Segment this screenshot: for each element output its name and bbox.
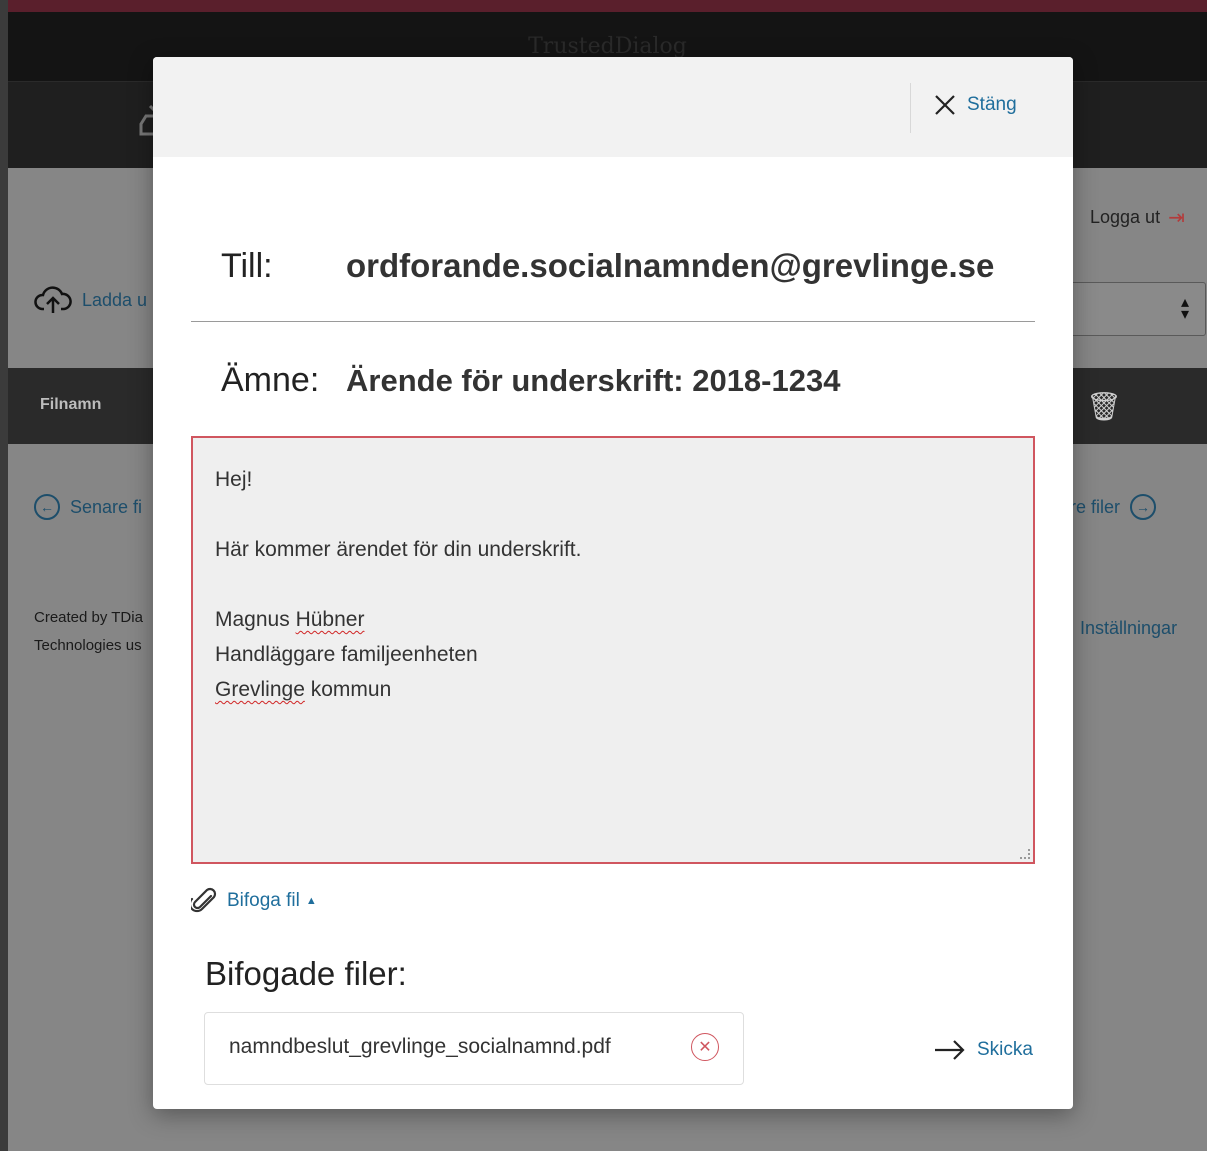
logout-icon: ⇥ [1168,207,1185,229]
arrow-left-icon: ← [34,494,60,520]
signature-first-name: Magnus [215,608,290,631]
footer-line: Technologies us [34,637,142,654]
top-accent-strip [0,0,1207,12]
caret-up-icon: ▲ [305,895,317,907]
message-textarea[interactable]: Hej! Här kommer ärendet för din underskr… [191,436,1035,864]
recipient-divider [191,321,1035,322]
compose-message-dialog: Stäng Till: ordforande.socialnamnden@gre… [153,57,1073,1109]
message-line: Här kommer ärendet för din underskrift. [215,538,582,561]
upload-label: Ladda u [82,289,148,310]
message-line: Magnus Hübner [215,602,1011,637]
recipient-row: Till: ordforande.socialnamnden@grevlinge… [221,247,994,286]
select-caret-icon: ▴ ▾ [1180,294,1189,323]
message-line: Grevlinge kommun [215,672,1011,707]
to-label: Till: [221,247,273,285]
footer-credits: Created by TDia Technologies us [34,604,143,660]
signature-last-name: Hübner [295,608,365,631]
header-divider [910,83,911,133]
close-icon [935,95,955,115]
send-button[interactable]: Skicka [933,1038,1033,1062]
send-label: Skicka [977,1039,1033,1060]
close-label: Stäng [967,94,1017,115]
logout-label: Logga ut [1090,207,1161,227]
column-filename[interactable]: Filnamn [40,396,101,414]
filter-select[interactable]: ▴ ▾ [1060,282,1206,336]
footer-line: Created by TDia [34,609,143,626]
message-line: Handläggare familjeenheten [215,643,478,666]
logout-link[interactable]: Logga ut ⇥ [1090,205,1185,230]
paperclip-icon [191,887,217,913]
attach-label: Bifoga fil [227,890,300,911]
subject-value: Ärende för underskrift: 2018-1234 [346,363,841,398]
window-left-edge [0,0,8,1151]
signature-org-name: Grevlinge [215,678,305,701]
attached-file-name: namndbeslut_grevlinge_socialnamnd.pdf [229,1035,611,1058]
recipient-value: ordforande.socialnamnden@grevlinge.se [346,247,995,284]
attached-files-heading: Bifogade filer: [205,955,407,992]
signature-org-suffix: kommun [310,678,392,701]
pager-prev[interactable]: ← Senare fi [34,494,142,520]
arrow-right-icon: → [1130,494,1157,520]
app-title: TrustedDialog [528,34,687,59]
remove-file-icon[interactable]: ✕ [691,1033,719,1061]
arrow-right-icon [935,1040,965,1060]
resize-handle-icon[interactable] [1020,849,1030,859]
upload-button[interactable]: Ladda u [34,285,147,315]
pager-prev-label: Senare fi [70,496,143,517]
close-button[interactable]: Stäng [933,93,1017,117]
attached-file-item: namndbeslut_grevlinge_socialnamnd.pdf ✕ [204,1012,744,1085]
subject-row: Ämne: Ärende för underskrift: 2018-1234 [221,361,840,400]
dialog-header: Stäng [153,57,1073,157]
settings-link[interactable]: Inställningar [1080,618,1177,639]
trash-icon[interactable]: 🗑 [1086,390,1122,423]
message-line: Hej! [215,468,253,491]
subject-label: Ämne: [221,361,320,399]
cloud-upload-icon [34,286,72,313]
attach-file-button[interactable]: Bifoga fil ▲ [191,887,317,915]
